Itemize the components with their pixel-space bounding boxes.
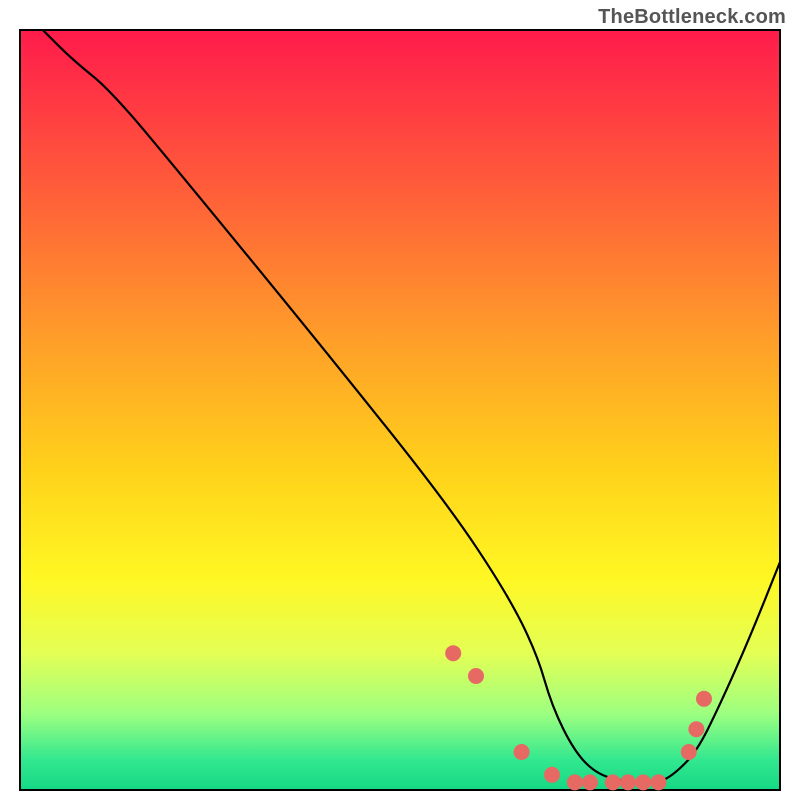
marker-point (635, 774, 651, 790)
marker-point (650, 774, 666, 790)
marker-point (544, 767, 560, 783)
marker-point (696, 691, 712, 707)
marker-point (468, 668, 484, 684)
marker-point (445, 645, 461, 661)
marker-point (620, 774, 636, 790)
marker-point (582, 774, 598, 790)
plot-background (20, 30, 780, 790)
attribution-label: TheBottleneck.com (598, 6, 786, 29)
marker-point (688, 721, 704, 737)
marker-point (567, 774, 583, 790)
marker-point (681, 744, 697, 760)
marker-point (605, 774, 621, 790)
marker-point (514, 744, 530, 760)
chart-canvas (0, 0, 800, 800)
bottleneck-chart: TheBottleneck.com (0, 0, 800, 800)
